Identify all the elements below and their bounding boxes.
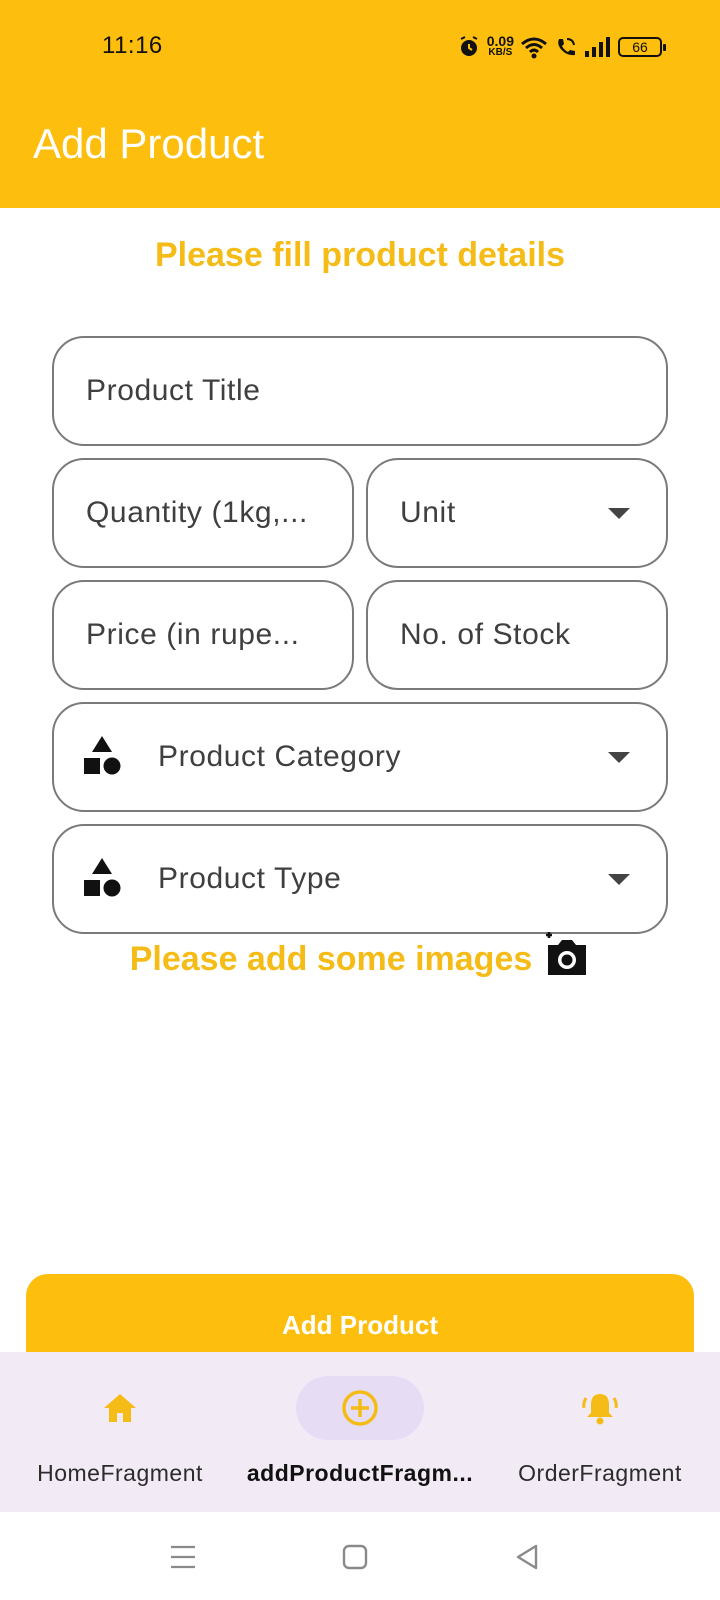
- chevron-down-icon: [608, 752, 630, 763]
- quantity-placeholder: Quantity (1kg,...: [86, 496, 308, 529]
- stock-placeholder: No. of Stock: [400, 618, 571, 651]
- price-placeholder: Price (in rupe...: [86, 618, 300, 651]
- menu-icon[interactable]: [168, 1542, 198, 1572]
- net-speed-value: 0.09: [486, 33, 514, 49]
- images-prompt-row: Please add some images: [0, 931, 720, 979]
- signal-icon: [585, 37, 610, 57]
- chevron-down-icon: [608, 874, 630, 885]
- product-category-dropdown[interactable]: Product Category: [52, 702, 668, 812]
- home-square-icon[interactable]: [340, 1542, 370, 1572]
- nav-label-home: HomeFragment: [37, 1460, 203, 1486]
- net-speed: 0.09 KB/S: [486, 33, 514, 58]
- images-prompt: Please add some images: [129, 940, 533, 978]
- nav-label-orders: OrderFragment: [518, 1460, 682, 1486]
- status-time: 11:16: [102, 32, 163, 59]
- notification-bell-icon: [582, 1394, 618, 1425]
- product-title-placeholder: Product Title: [86, 374, 261, 407]
- nav-label-add-product: addProductFragm...: [246, 1460, 474, 1486]
- nav-item-add-product[interactable]: addProductFragm...: [240, 1352, 480, 1512]
- quantity-field[interactable]: Quantity (1kg,...: [52, 458, 354, 568]
- alarm-icon: [460, 36, 478, 56]
- home-icon: [104, 1394, 136, 1422]
- form-heading: Please fill product details: [154, 236, 565, 274]
- back-triangle-icon[interactable]: [512, 1542, 542, 1572]
- category-shapes-icon: [84, 736, 121, 775]
- add-circle-icon: [342, 1390, 378, 1426]
- net-speed-unit: KB/S: [488, 47, 513, 58]
- app-bar: 11:16 0.09 KB/S 66 Add Product: [0, 0, 720, 208]
- product-title-field[interactable]: Product Title: [52, 336, 668, 446]
- product-type-placeholder: Product Type: [158, 862, 342, 895]
- page-title: Add Product: [33, 120, 265, 167]
- wifi-icon: [521, 37, 547, 59]
- category-shapes-icon: [84, 858, 121, 897]
- nav-item-home[interactable]: HomeFragment: [0, 1352, 240, 1512]
- unit-placeholder: Unit: [400, 496, 456, 529]
- nav-item-orders[interactable]: OrderFragment: [480, 1352, 720, 1512]
- wifi-call-icon: [558, 38, 575, 56]
- stock-field[interactable]: No. of Stock: [366, 580, 668, 690]
- product-category-placeholder: Product Category: [158, 740, 402, 773]
- battery-icon: 66: [618, 37, 666, 57]
- chevron-down-icon: [608, 508, 630, 519]
- status-icons: 0.09 KB/S 66: [457, 32, 666, 62]
- system-navigation-bar: [0, 1512, 720, 1600]
- unit-dropdown[interactable]: Unit: [366, 458, 668, 568]
- price-field[interactable]: Price (in rupe...: [52, 580, 354, 690]
- product-type-dropdown[interactable]: Product Type: [52, 824, 668, 934]
- bottom-navigation: HomeFragment addProductFragm... OrderFra…: [0, 1352, 720, 1512]
- add-photo-camera-icon[interactable]: [542, 931, 590, 979]
